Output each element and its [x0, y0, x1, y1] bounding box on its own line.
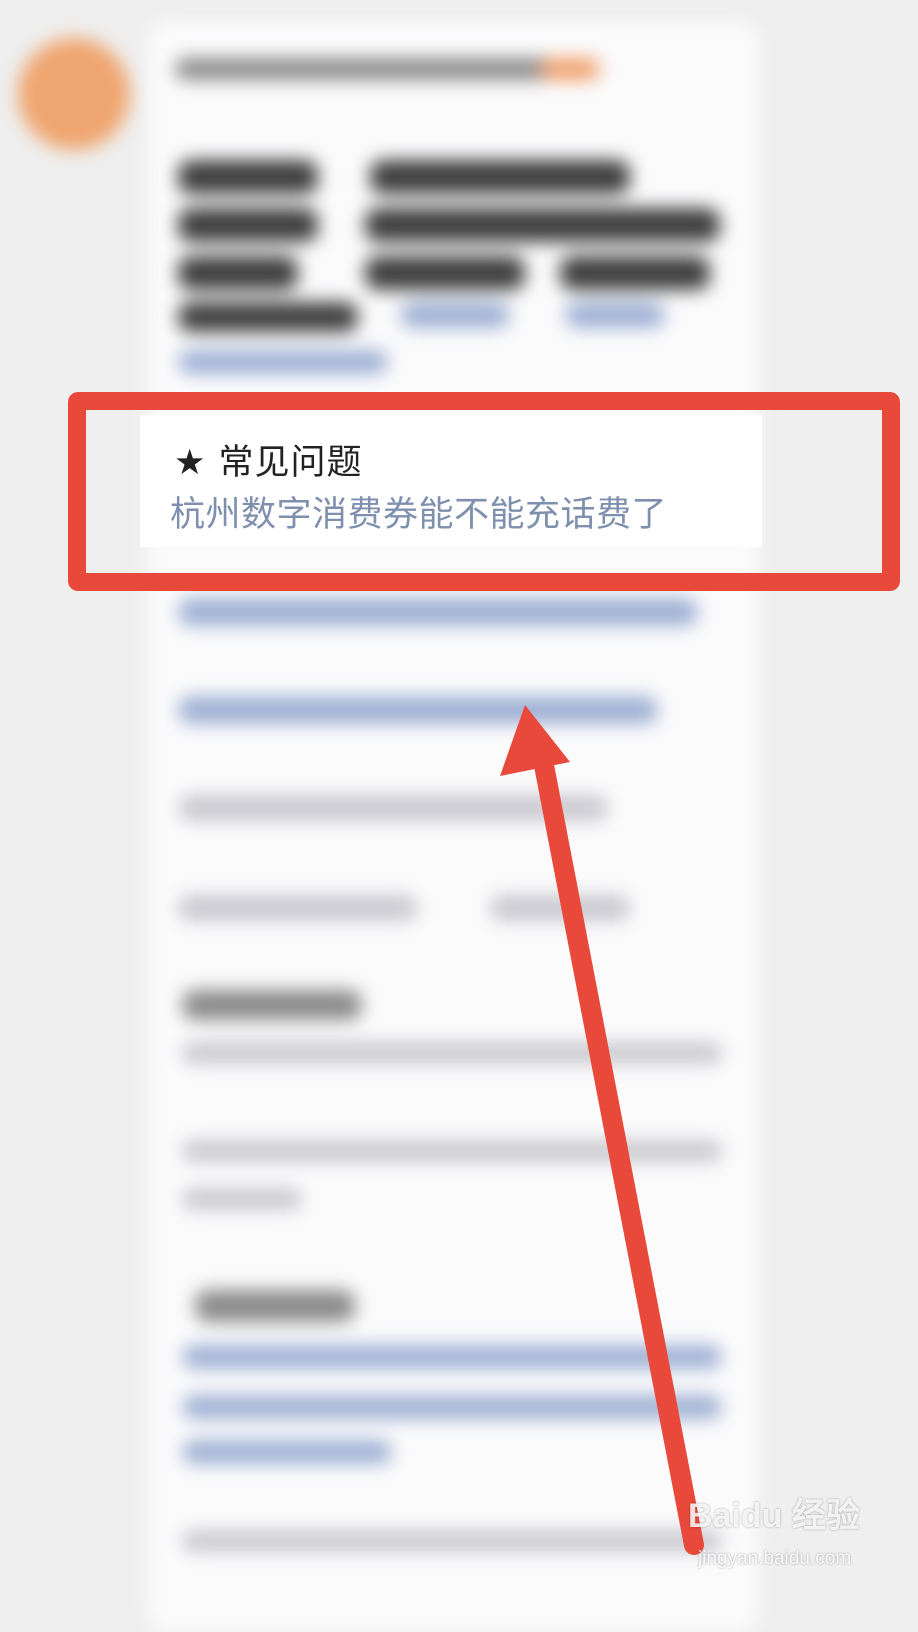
watermark-url: jingyan.baidu.com: [698, 1548, 852, 1569]
watermark: Baidu 经验 jingyan.baidu.com: [688, 1468, 868, 1578]
pointer-arrow: [500, 705, 704, 1555]
watermark-brand: Baidu 经验: [688, 1497, 860, 1535]
arrow-shaft: [532, 745, 704, 1555]
arrow-head: [500, 705, 570, 776]
